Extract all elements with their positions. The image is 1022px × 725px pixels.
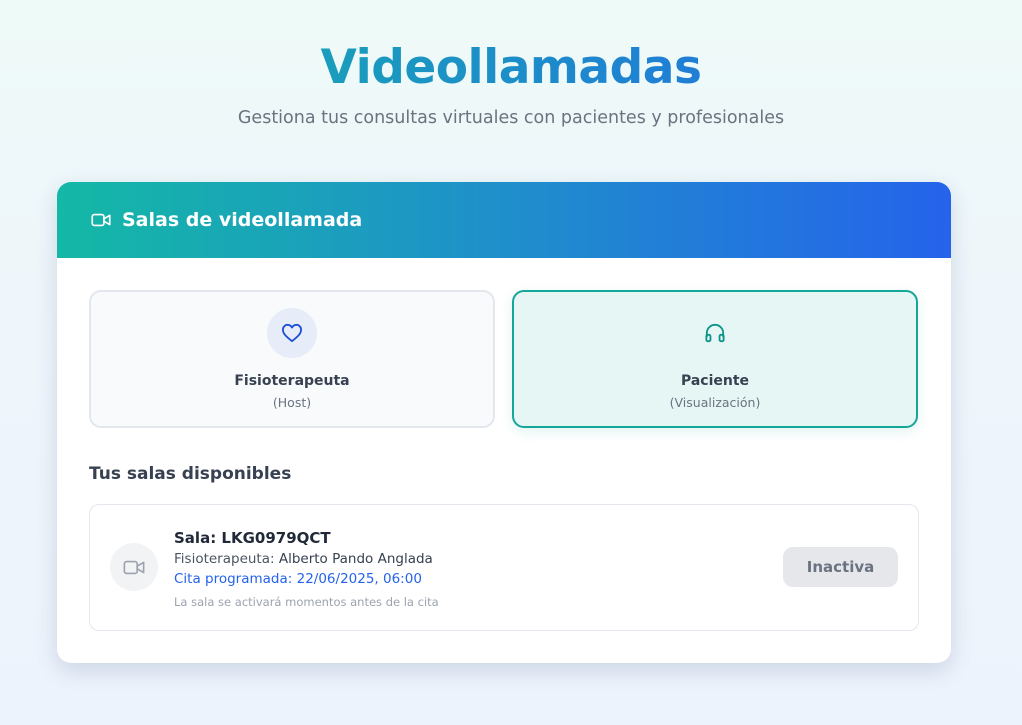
role-subtitle: (Host) (272, 395, 312, 410)
card-title: Salas de videollamada (122, 209, 363, 231)
physio-name: Alberto Pando Anglada (278, 551, 433, 567)
role-name: Fisioterapeuta (234, 373, 350, 389)
video-icon (91, 212, 111, 228)
video-rooms-card: Salas de videollamada Fisioterapeuta (Ho… (57, 182, 951, 663)
physio-label: Fisioterapeuta: (174, 551, 279, 567)
role-option-fisioterapeuta[interactable]: Fisioterapeuta (Host) (89, 290, 495, 428)
room-scheduled: Cita programada: 22/06/2025, 06:00 (174, 571, 422, 587)
heart-icon (267, 308, 317, 358)
room-status-button[interactable]: Inactiva (783, 547, 898, 587)
role-subtitle: (Visualización) (669, 395, 761, 410)
role-name: Paciente (680, 373, 750, 389)
page-subtitle: Gestiona tus consultas virtuales con pac… (237, 108, 785, 128)
room-note: La sala se activará momentos antes de la… (174, 595, 439, 609)
card-header: Salas de videollamada (57, 182, 951, 258)
page-title: Videollamadas (0, 40, 1022, 95)
room-id: Sala: LKG0979QCT (174, 529, 331, 547)
video-icon (110, 543, 158, 591)
headphones-icon (690, 308, 740, 358)
room-physio: Fisioterapeuta: Alberto Pando Anglada (174, 551, 433, 567)
role-option-paciente[interactable]: Paciente (Visualización) (512, 290, 918, 428)
room-list-item: Sala: LKG0979QCT Fisioterapeuta: Alberto… (89, 504, 919, 631)
section-title: Tus salas disponibles (89, 464, 292, 484)
